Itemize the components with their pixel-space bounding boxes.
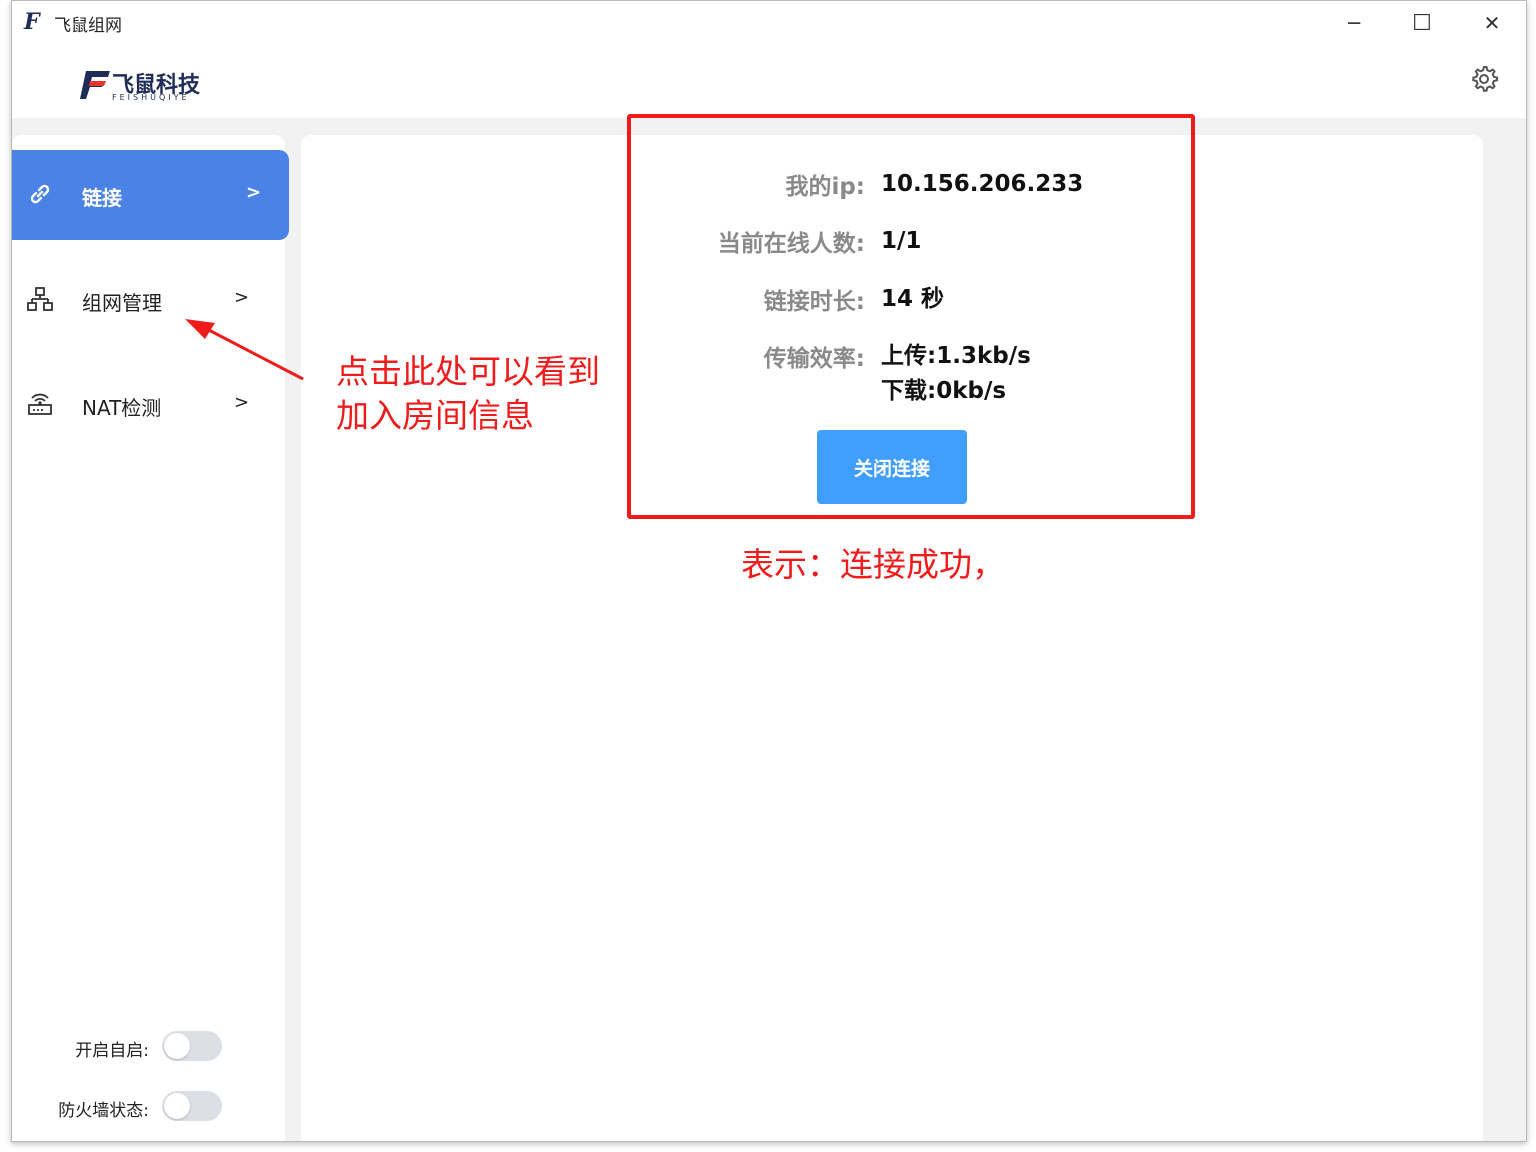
maximize-button[interactable]: ☐ xyxy=(1392,3,1452,43)
minimize-icon: ─ xyxy=(1347,11,1361,35)
logo-subtext: FEISHUQIYE xyxy=(112,93,190,102)
annotation-note: 点击此处可以看到 加入房间信息 xyxy=(336,352,600,435)
network-icon xyxy=(27,287,53,311)
autostart-row: 开启自启: xyxy=(12,1028,285,1064)
autostart-label: 开启自启: xyxy=(75,1041,149,1061)
app-window: F 飞鼠组网 ─ ☐ ✕ 飞鼠科技 FEISHUQIYE 链接 > 组网管理 >… xyxy=(11,0,1527,1142)
maximize-icon: ☐ xyxy=(1412,10,1432,36)
router-icon xyxy=(28,393,52,415)
app-header: 飞鼠科技 FEISHUQIYE xyxy=(12,47,1526,118)
window-title: 飞鼠组网 xyxy=(54,16,122,36)
firewall-label: 防火墙状态: xyxy=(58,1101,149,1121)
title-bar: F 飞鼠组网 ─ ☐ ✕ xyxy=(12,1,1526,47)
sidebar-item-label: NAT检测 xyxy=(82,396,162,420)
logo-mark-icon xyxy=(80,71,110,99)
close-window-button[interactable]: ✕ xyxy=(1462,3,1522,43)
sidebar-item-link[interactable]: 链接 > xyxy=(12,150,289,240)
sidebar-item-label: 链接 xyxy=(82,186,122,210)
chevron-right-icon: > xyxy=(234,287,250,308)
chevron-right-icon: > xyxy=(246,182,262,203)
firewall-row: 防火墙状态: xyxy=(12,1088,285,1124)
chevron-right-icon: > xyxy=(234,392,250,413)
highlight-box xyxy=(627,114,1195,519)
autostart-toggle[interactable] xyxy=(162,1031,222,1061)
link-icon xyxy=(30,184,50,204)
toggle-knob xyxy=(164,1093,190,1119)
firewall-toggle[interactable] xyxy=(162,1091,222,1121)
annotation-arrow xyxy=(185,319,304,381)
app-logo-icon: F xyxy=(24,9,40,35)
minimize-button[interactable]: ─ xyxy=(1324,3,1384,43)
close-icon: ✕ xyxy=(1483,11,1501,35)
annotation-success: 表示：连接成功， xyxy=(741,545,1005,584)
gear-icon[interactable] xyxy=(1468,63,1500,95)
sidebar: 链接 > 组网管理 > NAT检测 > 开启自启: 防火墙状态: xyxy=(12,135,289,1141)
toggle-knob xyxy=(164,1033,190,1059)
sidebar-item-label: 组网管理 xyxy=(82,291,162,315)
